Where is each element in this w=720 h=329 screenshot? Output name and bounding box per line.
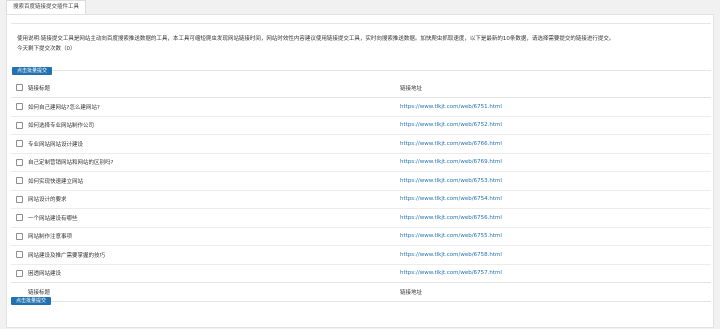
row-title: 自己定制营销网站和网站的区别吗? (28, 152, 400, 172)
row-url-link[interactable]: https://www.tlkjt.com/web/6753.html (400, 171, 711, 190)
footer-header-url: 链接地址 (400, 282, 711, 302)
row-checkbox[interactable] (16, 121, 23, 129)
row-url-link[interactable]: https://www.tlkjt.com/web/6766.html (400, 134, 711, 153)
table-row: 一个网站建设有哪些 https://www.tlkjt.com/web/6756.… (11, 208, 711, 227)
row-title: 如何选择专业网站制作公司 (28, 115, 400, 135)
usage-notice-text: 使用说明:链接提交工具是网站主动向百度搜索推送数据的工具，本工具可缩短爬虫发现网… (17, 36, 615, 42)
table-row: 网站设计的要求 https://www.tlkjt.com/web/6754.ht… (11, 189, 711, 209)
row-checkbox[interactable] (16, 158, 23, 166)
table-row: 专业网站网站设计建设 https://www.tlkjt.com/web/6766… (11, 134, 711, 153)
row-title: 困透网站建设 (28, 263, 400, 283)
table-row: 网站制作注意事项 https://www.tlkjt.com/web/6755.h… (11, 226, 711, 246)
row-title: 一个网站建设有哪些 (28, 208, 400, 227)
row-url-link[interactable]: https://www.tlkjt.com/web/6751.html (400, 97, 711, 116)
row-url-link[interactable]: https://www.tlkjt.com/web/6754.html (400, 189, 711, 209)
batch-submit-button-bottom[interactable]: 点击批量提交 (11, 297, 52, 305)
column-header-url: 链接地址 (400, 78, 711, 98)
table-row: 网站建设及推广需要掌握的技巧 https://www.tlkjt.com/web/… (11, 245, 711, 264)
table-header-row: 链接标题 链接地址 (11, 78, 711, 98)
row-checkbox[interactable] (16, 195, 23, 203)
table-row: 如何实现快速建立网站 https://www.tlkjt.com/web/6753… (11, 171, 711, 190)
row-checkbox[interactable] (16, 103, 23, 111)
row-checkbox[interactable] (16, 269, 23, 277)
row-checkbox[interactable] (16, 232, 23, 240)
row-url-link[interactable]: https://www.tlkjt.com/web/6752.html (400, 115, 711, 135)
tab-baidu-submit[interactable]: 搜索百度链接提交插件工具 (6, 0, 87, 14)
row-checkbox[interactable] (16, 140, 23, 148)
row-url-link[interactable]: https://www.tlkjt.com/web/6758.html (400, 245, 711, 264)
row-title: 专业网站网站设计建设 (28, 134, 400, 153)
row-url-link[interactable]: https://www.tlkjt.com/web/6756.html (400, 208, 711, 227)
row-title: 如何实现快速建立网站 (28, 171, 400, 190)
footer-header-title: 链接标题 (28, 282, 400, 302)
row-title: 网站建设及推广需要掌握的技巧 (28, 245, 400, 264)
row-title: 如何自己建网站?怎么建网站? (28, 97, 400, 116)
table-row: 自己定制营销网站和网站的区别吗? https://www.tlkjt.com/we… (11, 152, 711, 172)
links-table: 链接标题 链接地址 如何自己建网站?怎么建网站? https://www.tlkj… (11, 78, 711, 302)
row-title: 网站设计的要求 (28, 189, 400, 209)
row-checkbox[interactable] (16, 214, 23, 222)
row-url-link[interactable]: https://www.tlkjt.com/web/6755.html (400, 226, 711, 246)
main-panel: 使用说明:链接提交工具是网站主动向百度搜索推送数据的工具，本工具可缩短爬虫发现网… (6, 14, 714, 328)
row-checkbox[interactable] (16, 251, 23, 259)
table-row: 如何自己建网站?怎么建网站? https://www.tlkjt.com/web/… (11, 97, 711, 116)
table-footer-row: 链接标题 链接地址 (11, 282, 711, 302)
usage-notice: 使用说明:链接提交工具是网站主动向百度搜索推送数据的工具，本工具可缩短爬虫发现网… (11, 23, 711, 71)
column-header-title: 链接标题 (28, 78, 400, 98)
table-row: 如何选择专业网站制作公司 https://www.tlkjt.com/web/67… (11, 115, 711, 135)
row-title: 网站制作注意事项 (28, 226, 400, 246)
table-row: 困透网站建设 https://www.tlkjt.com/web/6757.htm… (11, 263, 711, 283)
remaining-submissions: 今天剩下提交次数（0） (17, 46, 76, 52)
row-url-link[interactable]: https://www.tlkjt.com/web/6757.html (400, 263, 711, 283)
batch-submit-button-top[interactable]: 点击批量提交 (12, 67, 53, 75)
row-checkbox[interactable] (16, 177, 23, 185)
row-url-link[interactable]: https://www.tlkjt.com/web/6769.html (400, 152, 711, 172)
select-all-checkbox[interactable] (16, 84, 23, 91)
